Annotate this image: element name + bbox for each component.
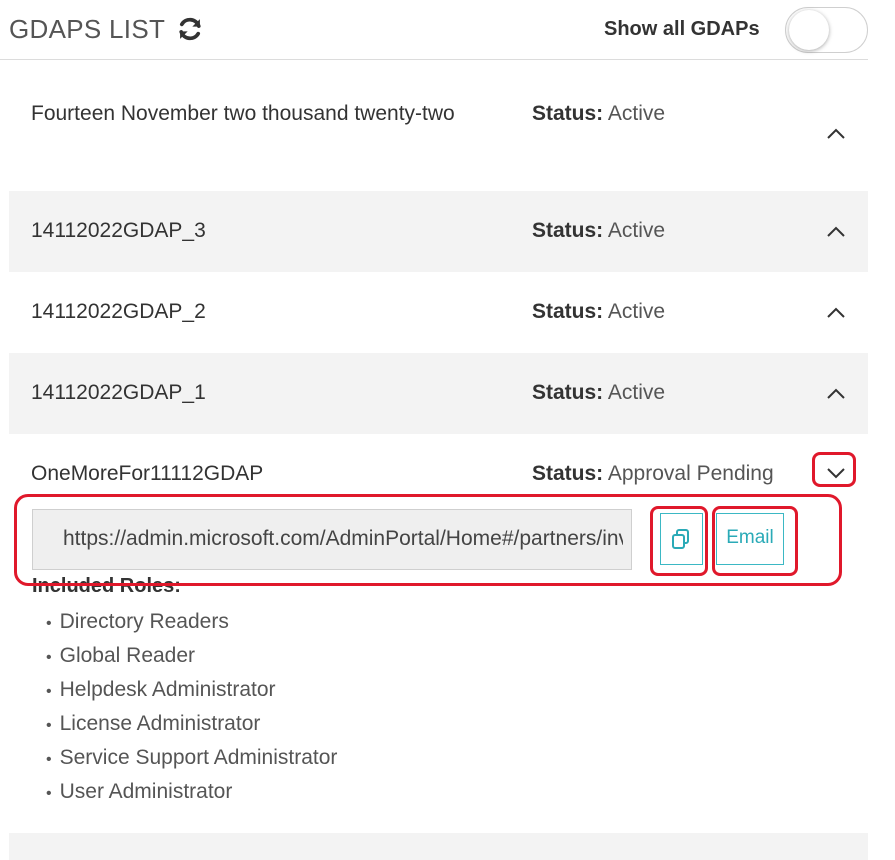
gdap-row[interactable]: Fourteen November two thousand twenty-tw… [9,60,868,191]
status-label: Status: [532,381,604,404]
gdap-name: OneMoreFor11112GDAP [31,462,264,485]
status-value: Active [607,219,666,242]
chevron-up-icon[interactable] [826,224,846,238]
gdap-status: Status: Active [532,375,665,411]
chevron-up-icon[interactable] [826,305,846,319]
gdap-row-expanded[interactable]: OneMoreFor11112GDAP Status: Approval Pen… [9,434,868,498]
show-all-toggle[interactable] [785,7,868,53]
gdap-row[interactable]: 14112022GDAP_3 Status: Active [9,191,868,272]
gdap-name: 14112022GDAP_1 [31,381,206,404]
list-item: User Administrator [46,776,337,810]
gdap-row[interactable]: 14112022GDAP_2 Status: Active [9,272,868,353]
gdap-row[interactable]: 14112022GDAP_1 Status: Active [9,353,868,434]
list-item: Global Reader [46,640,337,674]
show-all-label: Show all GDAPs [604,18,760,40]
list-item: Helpdesk Administrator [46,674,337,708]
status-value: Active [607,381,666,404]
status-value: Active [607,102,666,125]
gdap-status: Status: Active [532,213,665,249]
email-button[interactable]: Email [716,513,784,565]
chevron-down-icon[interactable] [826,466,846,480]
gdaps-header: GDAPS LIST Show all GDAPs [0,0,868,60]
gdap-status: Status: Approval Pending [532,456,774,492]
roles-list: Directory Readers Global Reader Helpdesk… [46,606,338,810]
next-row-partial [9,833,868,860]
status-value: Approval Pending [607,462,774,485]
gdap-status: Status: Active [532,96,665,132]
invitation-url-field[interactable]: https://admin.microsoft.com/AdminPortal/… [32,509,632,570]
status-label: Status: [532,300,604,323]
status-value: Active [607,300,666,323]
copy-icon [672,529,689,549]
included-roles-heading: Included Roles: [32,575,181,597]
invitation-url-text: https://admin.microsoft.com/AdminPortal/… [63,527,623,550]
gdap-name: 14112022GDAP_3 [31,219,206,242]
list-item: Directory Readers [46,606,337,640]
toggle-knob [789,10,829,50]
chevron-up-icon[interactable] [826,386,846,400]
chevron-up-icon[interactable] [826,126,846,140]
page-title: GDAPS LIST [9,14,166,44]
refresh-icon[interactable] [176,15,204,43]
status-label: Status: [532,219,604,242]
gdap-status: Status: Active [532,294,665,330]
gdap-name: 14112022GDAP_2 [31,300,206,323]
copy-url-button[interactable] [660,513,703,565]
gdap-name: Fourteen November two thousand twenty-tw… [31,102,455,125]
list-item: Service Support Administrator [46,742,338,776]
list-item: License Administrator [46,708,337,742]
status-label: Status: [532,462,604,485]
status-label: Status: [532,102,604,125]
